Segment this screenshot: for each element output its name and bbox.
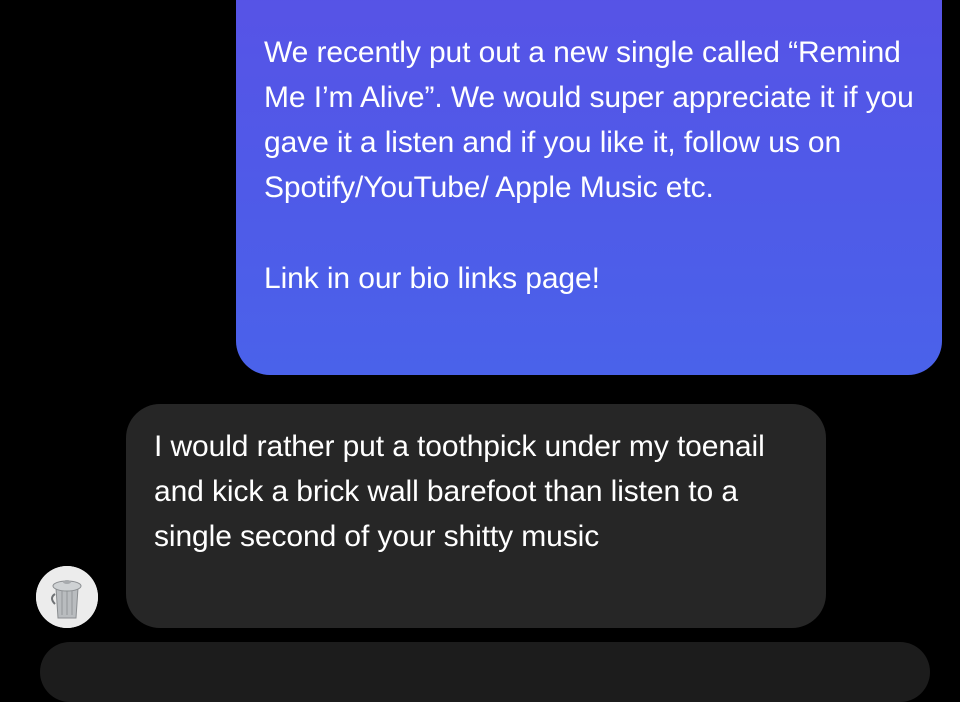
sender-avatar[interactable]	[36, 566, 98, 628]
next-message-bubble[interactable]	[40, 642, 930, 702]
received-message-text: I would rather put a toothpick under my …	[154, 430, 765, 553]
sent-message-paragraph-1: We recently put out a new single called …	[264, 36, 914, 204]
sent-message-paragraph-2: Link in our bio links page!	[264, 262, 600, 295]
sent-message-bubble[interactable]: We recently put out a new single called …	[236, 0, 942, 375]
received-message-bubble[interactable]: I would rather put a toothpick under my …	[126, 404, 826, 628]
trash-can-avatar-icon	[36, 566, 98, 628]
